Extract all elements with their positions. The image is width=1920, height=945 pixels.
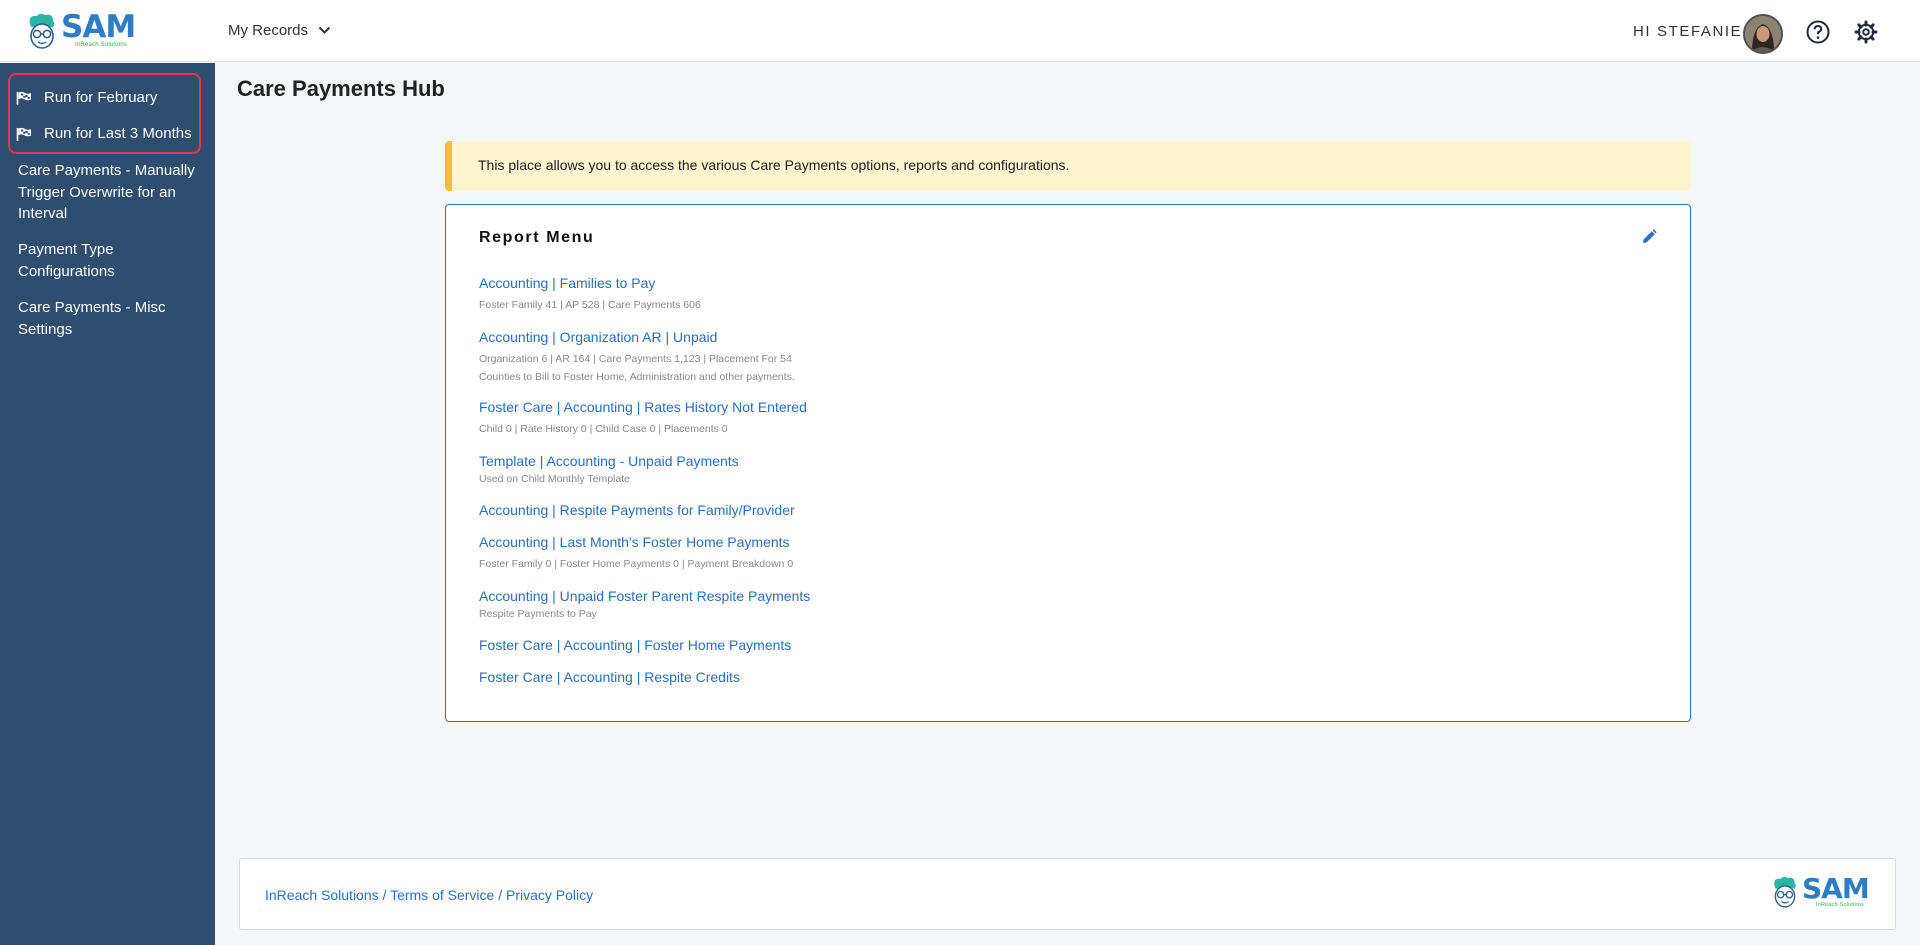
top-header: SAM InReach Solutions My Records HI STEF… <box>0 0 1920 62</box>
flag-icon <box>16 127 31 141</box>
info-notice: This place allows you to access the vari… <box>445 141 1691 191</box>
my-records-dropdown[interactable]: My Records <box>228 22 331 39</box>
report-link-unpaid-payments-template[interactable]: Template | Accounting - Unpaid Payments <box>479 453 739 469</box>
chevron-down-icon <box>318 26 331 34</box>
run-for-last-3-months-button[interactable]: Run for Last 3 Months <box>16 125 192 142</box>
footer-sam-logo: SAM InReach Solutions <box>1771 872 1870 909</box>
report-desc-organization-ar-unpaid-note: Counties to Bill to Foster Home, Adminis… <box>479 371 795 383</box>
report-desc-organization-ar-unpaid: Organization 6 | AR 164 | Care Payments … <box>479 353 792 365</box>
footer-links: InReach Solutions / Terms of Service / P… <box>265 887 593 903</box>
flag-icon <box>16 91 31 105</box>
footer-logo-wordmark: SAM <box>1802 872 1870 905</box>
report-link-last-month-foster-home-payments[interactable]: Accounting | Last Month's Foster Home Pa… <box>479 534 790 550</box>
report-link-foster-home-payments[interactable]: Foster Care | Accounting | Foster Home P… <box>479 637 791 653</box>
report-link-rates-history-not-entered[interactable]: Foster Care | Accounting | Rates History… <box>479 399 807 415</box>
user-greeting: HI STEFANIE <box>1633 23 1743 40</box>
footer-separator: / <box>378 887 391 903</box>
footer-link-privacy[interactable]: Privacy Policy <box>506 887 593 903</box>
report-link-respite-payments-family-provider[interactable]: Accounting | Respite Payments for Family… <box>479 502 795 518</box>
sam-mascot-icon <box>29 13 55 49</box>
logo-wordmark: SAM <box>61 9 136 45</box>
footer-separator: / <box>494 887 506 903</box>
logo-subtext: InReach Solutions <box>75 42 128 48</box>
run-for-last-3-months-label: Run for Last 3 Months <box>44 125 192 142</box>
footer-link-inreach[interactable]: InReach Solutions <box>265 887 379 903</box>
footer: InReach Solutions / Terms of Service / P… <box>239 858 1896 930</box>
sam-mascot-icon <box>1774 876 1796 908</box>
sidebar: Run for February Run for Last 3 Months C… <box>0 63 215 945</box>
question-circle-icon[interactable] <box>1805 19 1831 45</box>
pencil-edit-icon[interactable] <box>1641 229 1657 245</box>
footer-logo-subtext: InReach Solutions <box>1816 902 1865 908</box>
report-desc-unpaid-payments-template: Used on Child Monthly Template <box>479 473 630 485</box>
report-link-organization-ar-unpaid[interactable]: Accounting | Organization AR | Unpaid <box>479 329 717 345</box>
sidebar-item-misc-settings[interactable]: Care Payments - Misc Settings <box>18 297 198 340</box>
sidebar-item-payment-type-configurations[interactable]: Payment Type Configurations <box>18 239 198 282</box>
report-menu-card: Report Menu Accounting | Families to Pay… <box>445 204 1691 722</box>
report-desc-last-month-foster-home-payments: Foster Family 0 | Foster Home Payments 0… <box>479 558 794 570</box>
sam-logo[interactable]: SAM InReach Solutions <box>26 9 136 50</box>
report-link-unpaid-respite-payments[interactable]: Accounting | Unpaid Foster Parent Respit… <box>479 588 810 604</box>
report-desc-families-to-pay: Foster Family 41 | AP 528 | Care Payment… <box>479 299 701 311</box>
my-records-label: My Records <box>228 22 309 39</box>
avatar[interactable] <box>1743 14 1783 54</box>
sidebar-item-manual-overwrite[interactable]: Care Payments - Manually Trigger Overwri… <box>18 160 198 225</box>
user-photo-icon <box>1745 16 1781 52</box>
gear-icon[interactable] <box>1853 19 1879 45</box>
report-desc-unpaid-respite-payments: Respite Payments to Pay <box>479 608 597 620</box>
run-for-february-label: Run for February <box>44 89 158 106</box>
report-menu-title: Report Menu <box>479 229 595 246</box>
report-desc-rates-history-not-entered: Child 0 | Rate History 0 | Child Case 0 … <box>479 423 728 435</box>
page-title: Care Payments Hub <box>237 76 445 101</box>
report-link-families-to-pay[interactable]: Accounting | Families to Pay <box>479 275 655 291</box>
footer-link-terms[interactable]: Terms of Service <box>390 887 494 903</box>
report-link-respite-credits[interactable]: Foster Care | Accounting | Respite Credi… <box>479 669 740 685</box>
run-for-february-button[interactable]: Run for February <box>16 89 157 106</box>
